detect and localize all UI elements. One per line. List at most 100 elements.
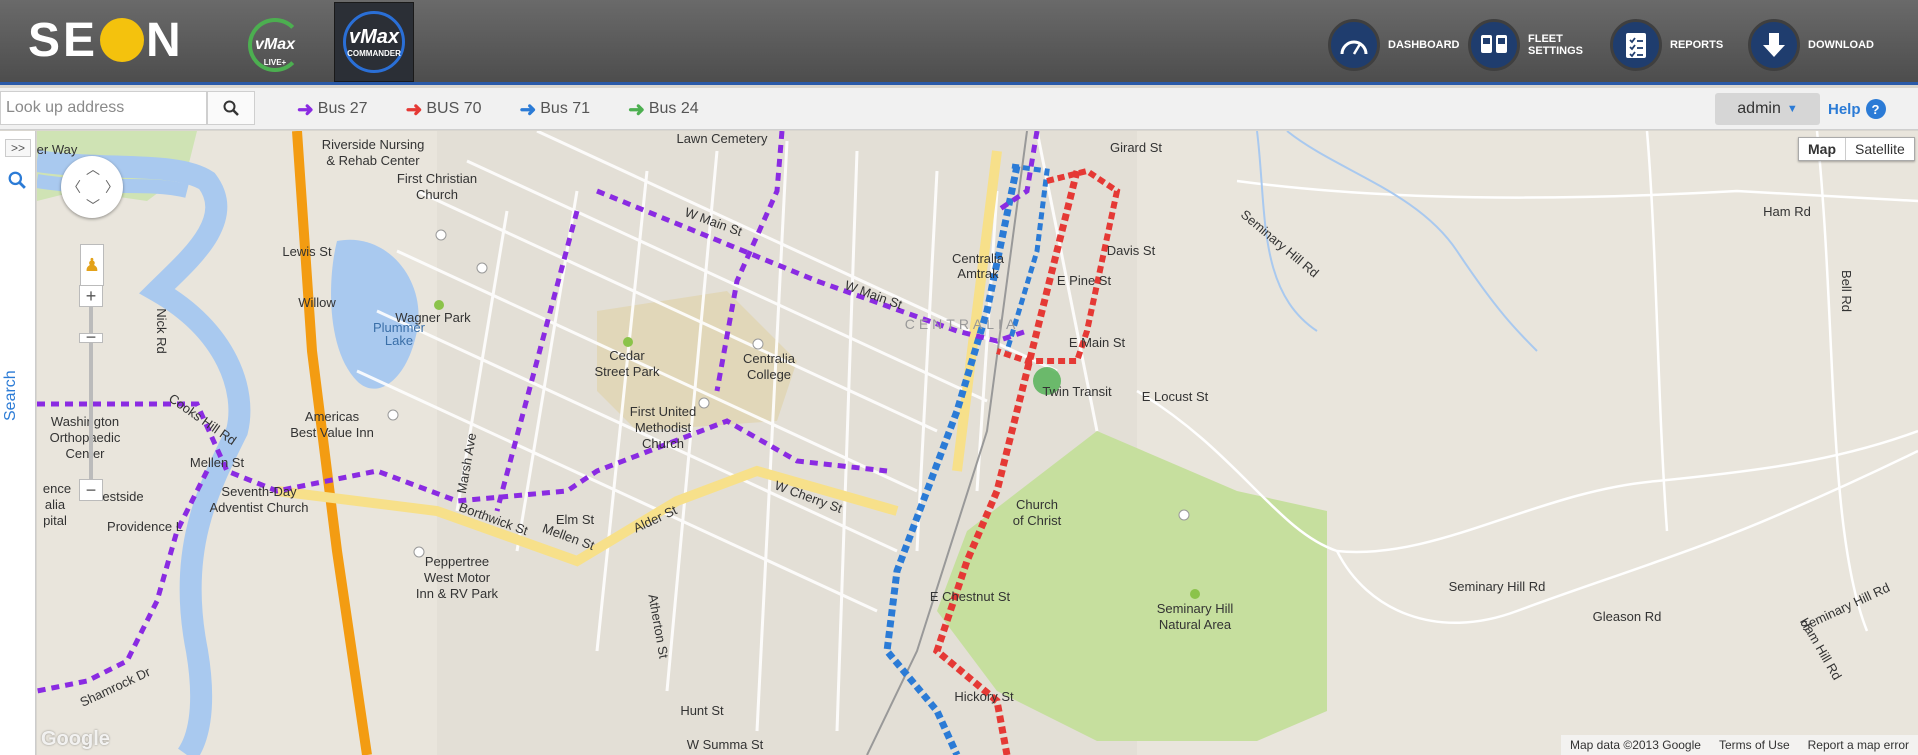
map-label: College [747, 367, 791, 382]
map-label: Hunt St [680, 703, 724, 718]
map-label: Gleason Rd [1593, 609, 1662, 624]
zoom-slider-track[interactable] [89, 291, 93, 491]
help-button[interactable]: Help ? [1828, 93, 1886, 125]
expand-panel-button[interactable]: >> [5, 139, 31, 157]
help-label: Help [1828, 100, 1861, 118]
nav-reports-label: REPORTS [1670, 39, 1724, 51]
search-icon [223, 100, 239, 116]
map-canvas[interactable]: Lawn Cemetery Riverside Nursing & Rehab … [37, 131, 1918, 755]
map-footer: Map data ©2013 Google Terms of Use Repor… [1561, 735, 1918, 755]
map-label: Cedar [609, 348, 645, 363]
map-label: Ham Rd [1763, 204, 1811, 219]
map-label: E Main St [1069, 335, 1126, 350]
map-label: CENTRALIA [905, 316, 1020, 332]
bus-legend-item[interactable]: ➜ Bus 24 [628, 97, 699, 122]
map-label: Twin Transit [1042, 384, 1112, 399]
map-label: Best Value Inn [290, 425, 374, 440]
map-label: Orthopaedic [50, 430, 121, 445]
zoom-out-button[interactable]: − [79, 479, 103, 501]
map-label: Girard St [1110, 140, 1162, 155]
map-label: Methodist [635, 420, 692, 435]
google-logo: Google [41, 728, 110, 750]
map-type-map-button[interactable]: Map [1799, 138, 1845, 160]
map-label: Street Park [594, 364, 660, 379]
report-map-error-link[interactable]: Report a map error [1799, 738, 1918, 752]
map-label: Center [65, 446, 105, 461]
map-data-attribution: Map data ©2013 Google [1570, 738, 1701, 752]
map-label: Mellen St [190, 455, 245, 470]
zoom-slider-handle[interactable]: − [79, 328, 103, 346]
vmax-commander-sub: COMMANDER [347, 49, 401, 58]
zoom-in-button[interactable]: + [79, 285, 103, 307]
arrow-right-icon: ➜ [297, 98, 314, 121]
nav-fleet-settings[interactable]: FLEET SETTINGS [1468, 19, 1598, 71]
map-label: Centralia [952, 251, 1005, 266]
nav-dashboard[interactable]: DASHBOARD [1328, 19, 1460, 71]
bus-legend-item[interactable]: ➜ BUS 70 [406, 97, 482, 122]
map-label: Seminary Hill [1157, 601, 1234, 616]
vmax-live-button[interactable]: vMax LIVE+ [235, 2, 315, 82]
caret-down-icon: ▼ [1786, 103, 1798, 115]
nav-reports[interactable]: REPORTS [1610, 19, 1724, 71]
vmax-live-sub: LIVE+ [263, 57, 287, 67]
map-label: W Summa St [687, 737, 764, 752]
map-label: Lewis St [282, 244, 332, 259]
bus-legend-label: Bus 71 [540, 100, 591, 117]
arrow-right-icon: ➜ [519, 98, 537, 121]
map-label: alia [45, 497, 66, 512]
map-label: E Chestnut St [930, 589, 1011, 604]
address-search-input[interactable] [0, 91, 207, 125]
terms-of-use-link[interactable]: Terms of Use [1710, 738, 1799, 752]
map-label: Americas [305, 409, 360, 424]
map-label: Nick Rd [154, 308, 169, 354]
bus-legend-label: BUS 70 [426, 100, 482, 117]
logo-text-right: N [146, 13, 184, 67]
toolbar: ➜ Bus 27 ➜ BUS 70 ➜ Bus 71 ➜ Bus 24 admi… [0, 88, 1918, 130]
map-label: Bell Rd [1839, 270, 1854, 312]
map-label: West Motor [424, 570, 491, 585]
nav-download-label: DOWNLOAD [1808, 39, 1874, 51]
search-panel-tab[interactable]: Search [2, 370, 20, 421]
bus-legend-label: Bus 27 [317, 100, 368, 117]
map-label: & Rehab Center [326, 153, 420, 168]
map-label: Washington [51, 414, 119, 429]
chevron-up-icon[interactable]: ︿ [86, 159, 100, 179]
map-label: Seminary Hill Rd [1449, 579, 1546, 594]
user-name: admin [1737, 100, 1781, 117]
seon-logo[interactable]: SE N [28, 13, 184, 67]
map-label: pital [43, 513, 67, 528]
map-label: Lawn Cemetery [676, 131, 768, 146]
nav-dashboard-label: DASHBOARD [1388, 39, 1460, 51]
app-header: SE N vMax LIVE+ vMax COMMANDER DASHBOARD … [0, 0, 1918, 85]
download-icon [1748, 19, 1800, 71]
map-label: Church [642, 436, 684, 451]
arrow-right-icon: ➜ [405, 98, 423, 121]
logo-text-left: SE [28, 13, 99, 67]
vmax-commander-icon: vMax COMMANDER [343, 11, 405, 73]
search-icon[interactable] [8, 171, 26, 194]
nav-download[interactable]: DOWNLOAD [1748, 19, 1874, 71]
chevron-left-icon[interactable]: 〈 [67, 177, 81, 197]
user-menu-button[interactable]: admin ▼ [1715, 93, 1820, 125]
question-icon: ? [1865, 99, 1886, 119]
street-view-pegman-icon[interactable]: ♟ [80, 244, 104, 286]
map-label: Providence L [107, 519, 183, 534]
bus-legend-item[interactable]: ➜ Bus 27 [297, 97, 368, 122]
address-search-button[interactable] [207, 91, 255, 125]
map-label: of Christ [1013, 513, 1062, 528]
bus-legend: ➜ Bus 27 ➜ BUS 70 ➜ Bus 71 ➜ Bus 24 [297, 88, 737, 130]
chevron-down-icon[interactable]: ﹀ [86, 196, 100, 216]
map-label: Church [1016, 497, 1058, 512]
buses-icon [1468, 19, 1520, 71]
map-label: Church [416, 187, 458, 202]
chevron-right-icon[interactable]: 〉 [105, 177, 119, 197]
map-label: Adventist Church [210, 500, 309, 515]
map-type-satellite-button[interactable]: Satellite [1845, 138, 1914, 160]
map-label: er Way [37, 142, 78, 157]
bus-legend-item[interactable]: ➜ Bus 71 [519, 97, 590, 122]
map-view[interactable]: Lawn Cemetery Riverside Nursing & Rehab … [37, 131, 1918, 755]
vmax-commander-button[interactable]: vMax COMMANDER [334, 2, 414, 82]
map-label: First United [630, 404, 696, 419]
logo-sun-icon [100, 18, 145, 62]
pan-control[interactable]: ︿ ﹀ 〈 〉 [61, 156, 123, 218]
